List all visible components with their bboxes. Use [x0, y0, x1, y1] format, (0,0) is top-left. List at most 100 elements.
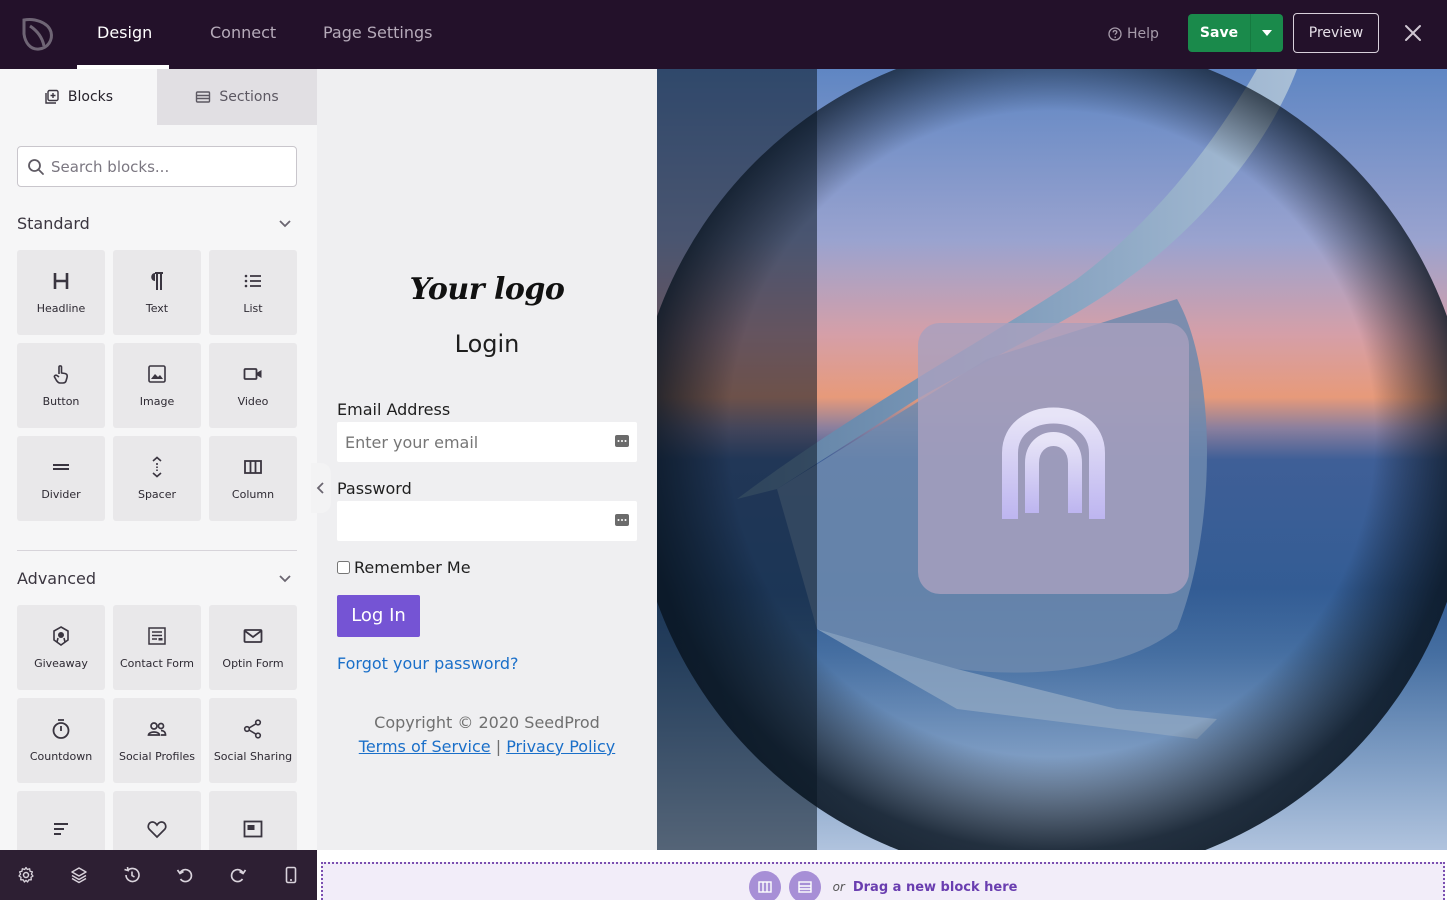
sections-icon [196, 91, 211, 103]
align-left-icon [54, 822, 68, 835]
pointer-hand-icon [53, 365, 68, 384]
undo-icon [176, 868, 193, 883]
seedprod-logo-icon[interactable] [20, 14, 56, 52]
block-label: Countdown [29, 750, 93, 763]
search-blocks-input[interactable] [51, 157, 291, 176]
add-columns-button[interactable] [748, 871, 781, 900]
block-giveaway[interactable]: Giveaway [17, 605, 105, 690]
email-input[interactable] [345, 432, 605, 452]
gear-icon [18, 866, 35, 883]
block-social-sharing[interactable]: Social Sharing [209, 698, 297, 783]
block-label: Image [139, 395, 175, 408]
standard-group-title: Standard [17, 214, 90, 233]
block-label: Social Profiles [118, 750, 196, 763]
footer-separator: | [495, 737, 502, 756]
block-label: Contact Form [119, 657, 194, 670]
heart-icon [147, 820, 167, 838]
block-image[interactable]: Image [113, 343, 201, 428]
logo-placeholder[interactable]: Your logo [317, 272, 657, 307]
email-field[interactable] [337, 422, 637, 462]
block-label: Column [231, 488, 275, 501]
search-icon [28, 158, 44, 175]
envelope-icon [243, 629, 263, 643]
chevron-down-icon[interactable] [277, 570, 293, 586]
password-label: Password [337, 479, 412, 498]
remember-me-label: Remember Me [354, 558, 471, 577]
tab-design[interactable]: Design [97, 0, 152, 69]
block-label: List [243, 302, 263, 315]
spacer-icon [152, 456, 162, 478]
password-input[interactable] [345, 511, 605, 531]
window-icon [243, 820, 263, 837]
block-list[interactable]: List [209, 250, 297, 335]
collapse-sidebar-handle[interactable] [311, 463, 331, 513]
standard-blocks-grid: Headline Text List Button Image Video Di… [17, 250, 297, 521]
block-label: Headline [36, 302, 86, 315]
footer-links: Terms of Service | Privacy Policy [317, 737, 657, 756]
save-options-dropdown[interactable] [1250, 14, 1283, 52]
global-settings-button[interactable] [0, 850, 53, 900]
password-manager-icon[interactable] [615, 513, 629, 527]
block-divider[interactable]: Divider [17, 436, 105, 521]
block-label: Text [145, 302, 169, 315]
mobile-icon [285, 866, 296, 884]
bottom-toolbar [0, 850, 317, 900]
search-blocks-box[interactable] [17, 146, 297, 187]
tab-page-settings[interactable]: Page Settings [323, 0, 432, 69]
block-spacer[interactable]: Spacer [113, 436, 201, 521]
redo-button[interactable] [211, 850, 264, 900]
sidebar-tab-blocks-label: Blocks [67, 89, 114, 105]
block-column[interactable]: Column [209, 436, 297, 521]
sidebar-tab-sections[interactable]: Sections [157, 69, 317, 125]
block-label: Social Sharing [213, 750, 293, 763]
revision-history-button[interactable] [106, 850, 159, 900]
save-button[interactable]: Save [1188, 14, 1250, 52]
share-icon [243, 719, 262, 739]
users-icon [147, 722, 167, 736]
block-optin-form[interactable]: Optin Form [209, 605, 297, 690]
block-button[interactable]: Button [17, 343, 105, 428]
block-headline[interactable]: Headline [17, 250, 105, 335]
help-link[interactable]: Help [1108, 24, 1159, 44]
preview-button[interactable]: Preview [1293, 13, 1379, 53]
log-in-button[interactable]: Log In [337, 595, 420, 637]
arch-logo-icon [1002, 407, 1105, 519]
login-heading: Login [454, 330, 520, 358]
video-camera-icon [243, 368, 262, 380]
sidebar-tab-blocks[interactable]: Blocks [0, 69, 157, 125]
chevron-down-icon[interactable] [277, 215, 293, 231]
app-logo-tile[interactable] [918, 323, 1189, 594]
block-countdown[interactable]: Countdown [17, 698, 105, 783]
blocks-icon [45, 89, 59, 104]
password-field[interactable] [337, 501, 637, 541]
pilcrow-icon [151, 272, 163, 290]
drop-zone-text: Drag a new block here [852, 879, 1018, 895]
undo-button[interactable] [158, 850, 211, 900]
email-label: Email Address [337, 400, 451, 419]
password-manager-icon[interactable] [615, 434, 629, 448]
mobile-preview-button[interactable] [264, 850, 317, 900]
contact-form-icon [148, 627, 166, 645]
block-label: Video [237, 395, 269, 408]
copyright-text: Copyright © 2020 SeedProd [374, 713, 600, 732]
privacy-link[interactable]: Privacy Policy [506, 737, 615, 756]
block-more-2[interactable] [113, 791, 201, 850]
close-icon[interactable] [1401, 21, 1425, 45]
drop-zone[interactable]: or Drag a new block here [321, 862, 1445, 900]
block-label: Divider [41, 488, 81, 501]
forgot-password-link[interactable]: Forgot your password? [337, 654, 519, 673]
block-contact-form[interactable]: Contact Form [113, 605, 201, 690]
remember-me-checkbox[interactable] [337, 561, 350, 574]
terms-link[interactable]: Terms of Service [359, 737, 491, 756]
block-text[interactable]: Text [113, 250, 201, 335]
layers-button[interactable] [53, 850, 106, 900]
block-more-1[interactable] [17, 791, 105, 850]
tab-connect[interactable]: Connect [210, 0, 276, 69]
block-social-profiles[interactable]: Social Profiles [113, 698, 201, 783]
block-label: Giveaway [34, 657, 88, 670]
block-video[interactable]: Video [209, 343, 297, 428]
add-section-button[interactable] [788, 871, 821, 900]
remember-me[interactable]: Remember Me [337, 558, 471, 577]
help-circle-icon [1108, 27, 1122, 41]
block-more-3[interactable] [209, 791, 297, 850]
